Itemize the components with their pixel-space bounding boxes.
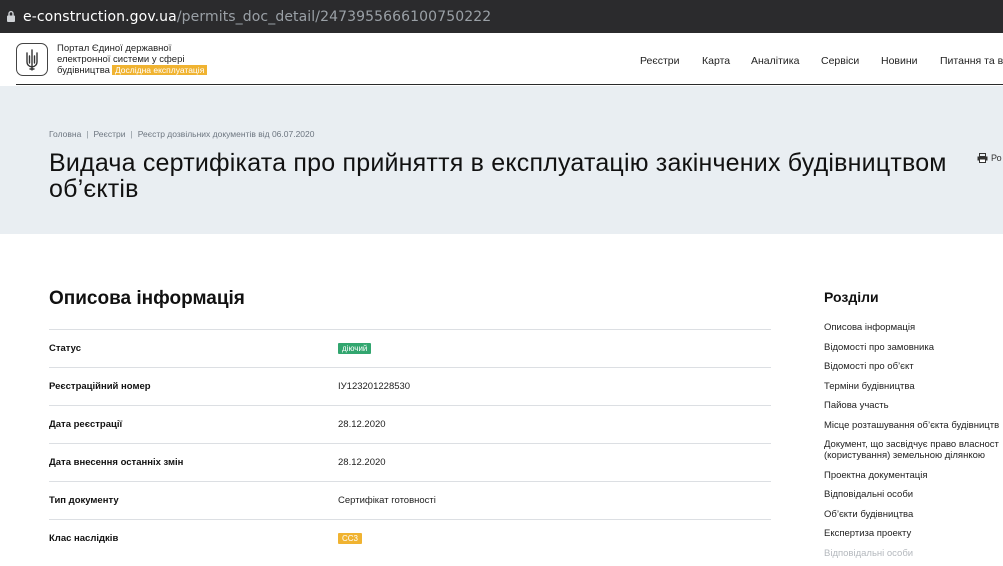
sidebar-item-land-right-cont[interactable]: (користування) земельною ділянкою (824, 450, 1003, 461)
document-type: Сертифікат готовності (338, 495, 436, 506)
row-label: Дата внесення останніх змін (49, 457, 184, 468)
url-host: e-construction.gov.ua (23, 8, 177, 25)
nav-analytics[interactable]: Аналітика (751, 55, 799, 67)
sidebar-item-object[interactable]: Відомості про об’єкт (824, 361, 1003, 372)
sidebar-item-responsible[interactable]: Відповідальні особи (824, 489, 1003, 500)
sidebar-title: Розділи (824, 289, 879, 305)
lock-icon (4, 9, 18, 25)
table-row: Статус діючий (49, 329, 771, 367)
table-row: Дата внесення останніх змін 28.12.2020 (49, 443, 771, 481)
portal-brand[interactable]: Портал Єдиної державної електронної сист… (57, 43, 208, 76)
last-modified-date: 28.12.2020 (338, 457, 386, 468)
table-row: Клас наслідків СС3 (49, 519, 771, 557)
breadcrumb-permits-registry[interactable]: Реєстр дозвільних документів від 06.07.2… (138, 129, 315, 139)
info-table: Статус діючий Реєстраційний номер IУ1232… (49, 329, 771, 557)
print-label: Ро (991, 153, 1002, 163)
sidebar-item-responsible-2[interactable]: Відповідальні особи (824, 548, 1003, 559)
sidebar-item-expertise[interactable]: Експертиза проекту (824, 528, 1003, 539)
url-path: /permits_doc_detail/247395566610075022​2 (176, 8, 492, 25)
sidebar-item-construction-objects[interactable]: Об’єкти будівництва (824, 509, 1003, 520)
brand-line-1: Портал Єдиної державної (57, 43, 172, 54)
breadcrumb-registries[interactable]: Реєстри (94, 129, 126, 139)
brand-line-3: будівництва (57, 65, 110, 76)
sidebar-item-location[interactable]: Місце розташування об’єкта будівництв (824, 420, 1003, 431)
row-label: Клас наслідків (49, 533, 119, 544)
table-row: Тип документу Сертифікат готовності (49, 481, 771, 519)
registration-date: 28.12.2020 (338, 419, 386, 430)
row-label: Тип документу (49, 495, 119, 506)
sidebar-item-land-right[interactable]: Документ, що засвідчує право власност (824, 439, 1003, 450)
sidebar-item-share[interactable]: Пайова участь (824, 400, 1003, 411)
trial-badge: Дослідна експлуатація (111, 65, 208, 75)
section-title: Описова інформація (49, 288, 245, 309)
row-label: Статус (49, 343, 82, 354)
consequence-class-badge: СС3 (338, 533, 363, 544)
print-button[interactable]: Ро (977, 153, 1002, 163)
breadcrumb: Головна | Реєстри | Реєстр дозвільних докуме… (49, 129, 315, 139)
page-title: Видача сертифіката про прийняття в експл… (49, 149, 947, 203)
status-badge: діючий (338, 343, 372, 354)
brand-line-2: електронної системи у сфері (57, 54, 185, 65)
browser-address-bar[interactable]: e-construction.gov.ua/permits_doc_detail… (0, 0, 1003, 33)
nav-map[interactable]: Карта (702, 55, 730, 67)
nav-registries[interactable]: Реєстри (640, 55, 680, 67)
url-text[interactable]: e-construction.gov.ua/permits_doc_detail… (23, 9, 491, 25)
sidebar-item-description[interactable]: Описова інформація (824, 322, 1003, 333)
sidebar-item-project-docs[interactable]: Проектна документація (824, 470, 1003, 481)
registration-number: IУ123201228530 (338, 381, 411, 392)
header-divider (16, 84, 1003, 85)
sidebar-item-terms[interactable]: Терміни будівництва (824, 381, 1003, 392)
table-row: Реєстраційний номер IУ123201228530 (49, 367, 771, 405)
row-label: Реєстраційний номер (49, 381, 151, 392)
nav-services[interactable]: Сервіси (821, 55, 859, 67)
table-row: Дата реєстрації 28.12.2020 (49, 405, 771, 443)
printer-icon (977, 153, 988, 163)
trident-logo-icon[interactable] (16, 43, 48, 76)
breadcrumb-home[interactable]: Головна (49, 129, 81, 139)
breadcrumb-separator: | (130, 129, 133, 139)
nav-news[interactable]: Новини (881, 55, 918, 67)
sidebar-item-customer[interactable]: Відомості про замовника (824, 342, 1003, 353)
breadcrumb-separator: | (86, 129, 89, 139)
sidebar-sections: Описова інформація Відомості про замовни… (824, 322, 1003, 566)
row-label: Дата реєстрації (49, 419, 123, 430)
nav-questions[interactable]: Питання та в (940, 55, 1003, 67)
